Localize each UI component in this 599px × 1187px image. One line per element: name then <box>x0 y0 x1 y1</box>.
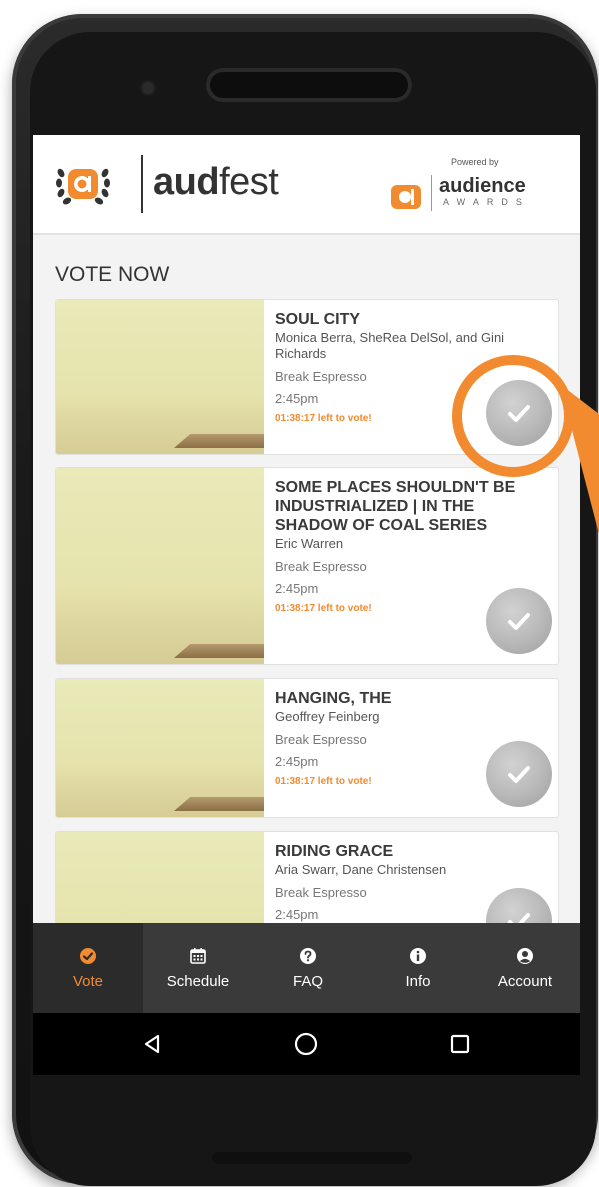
film-credits: Monica Berra, SheRea DelSol, and Gini Ri… <box>275 330 505 361</box>
checkmark-icon <box>508 405 530 422</box>
film-title: RIDING GRACE <box>275 843 394 860</box>
front-camera <box>142 82 154 94</box>
film-title: SOME PLACES SHOULDN'T BE INDUSTRIALIZED … <box>275 479 516 534</box>
tab-label: FAQ <box>292 972 323 990</box>
tab-account[interactable]: Account <box>470 923 580 1013</box>
film-credits: Geoffrey Feinberg <box>275 709 380 724</box>
audfest-logo-icon <box>56 168 110 205</box>
audience-awards-logo-icon <box>391 185 421 209</box>
app-wordmark: audfest <box>153 161 279 204</box>
tab-label: Schedule <box>166 972 230 990</box>
tab-info[interactable]: Info <box>363 923 473 1013</box>
powered-by-label: Powered by <box>451 157 499 167</box>
wordmark-bold: aud <box>153 161 220 203</box>
tab-label: Info <box>405 972 431 990</box>
tab-vote[interactable]: Vote <box>33 923 143 1013</box>
calendar-icon <box>190 947 206 964</box>
recents-icon[interactable] <box>445 1029 475 1059</box>
check-circle-icon <box>80 947 96 964</box>
question-icon <box>300 947 316 964</box>
film-card[interactable]: SOUL CITY Monica Berra, SheRea DelSol, a… <box>55 299 559 455</box>
tab-faq[interactable]: FAQ <box>253 923 363 1013</box>
film-title: SOUL CITY <box>275 311 361 328</box>
vote-button[interactable] <box>486 380 552 446</box>
earpiece-speaker <box>210 72 408 98</box>
vote-button[interactable] <box>486 588 552 654</box>
film-card[interactable]: SOME PLACES SHOULDN'T BE INDUSTRIALIZED … <box>55 467 559 665</box>
tab-schedule[interactable]: Schedule <box>143 923 253 1013</box>
user-icon <box>517 947 533 964</box>
vote-button[interactable] <box>486 741 552 807</box>
film-thumbnail <box>56 679 264 817</box>
system-nav-bar <box>33 1013 580 1075</box>
film-title: HANGING, THE <box>275 690 392 707</box>
checkmark-icon <box>508 766 530 783</box>
film-thumbnail <box>56 300 264 454</box>
film-venue: Break Espresso <box>275 559 367 574</box>
app-screen: audfest Powered by audience AWARDS VOTE … <box>33 135 580 1075</box>
tab-label: Account <box>497 972 553 990</box>
film-card[interactable]: HANGING, THE Geoffrey Feinberg Break Esp… <box>55 678 559 818</box>
wordmark-light: fest <box>219 161 279 203</box>
partner-name: audience <box>439 175 526 197</box>
bottom-speaker <box>212 1152 412 1164</box>
checkmark-icon <box>508 613 530 630</box>
film-credits: Aria Swarr, Dane Christensen <box>275 862 447 877</box>
section-title: VOTE NOW <box>55 263 170 286</box>
bottom-tab-bar: Vote Schedule FAQ Info Account <box>33 923 580 1013</box>
app-header: audfest Powered by audience AWARDS <box>33 135 580 235</box>
partner-divider <box>431 175 432 211</box>
partner-subtitle: AWARDS <box>443 197 530 207</box>
back-icon[interactable] <box>138 1029 168 1059</box>
home-icon[interactable] <box>291 1029 321 1059</box>
info-icon <box>410 947 426 964</box>
logo-divider <box>141 155 143 213</box>
tab-label: Vote <box>72 972 104 990</box>
film-thumbnail <box>56 468 264 664</box>
film-credits: Eric Warren <box>275 536 344 551</box>
